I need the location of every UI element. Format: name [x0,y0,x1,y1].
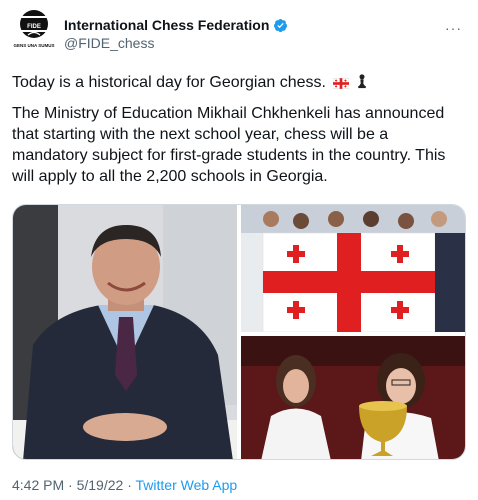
meta-separator-2: · [123,477,136,493]
team-with-georgian-flag-photo[interactable] [241,205,465,332]
tweet-date[interactable]: 5/19/22 [77,477,124,493]
author-handle[interactable]: @FIDE_chess [64,34,288,52]
tweet-meta: 4:42 PM · 5/19/22 · Twitter Web App [12,477,237,493]
author-name[interactable]: International Chess Federation [64,17,269,33]
source-app-link[interactable]: Twitter Web App [136,477,238,493]
man-in-suit-photo[interactable] [13,205,237,459]
tweet-line-1: Today is a historical day for Georgian c… [12,72,468,95]
chess-pawn-icon [357,73,367,95]
fide-avatar[interactable]: FIDE GENS UNA SUMUS [12,8,56,52]
meta-separator-1: · [64,477,77,493]
tweet-paragraph-2: The Ministry of Education Mikhail Chkhen… [12,105,446,185]
tweet-header: FIDE GENS UNA SUMUS International Chess … [12,8,468,52]
more-options-icon[interactable]: ··· [445,20,462,36]
women-with-trophy-photo[interactable] [241,336,465,459]
tweet-line-1-text: Today is a historical day for Georgian c… [12,74,326,91]
georgia-flag-icon [333,74,350,95]
verified-badge-icon [274,18,288,32]
author-block: International Chess Federation @FIDE_che… [64,17,288,52]
media-grid [12,204,466,460]
avatar-motto: GENS UNA SUMUS [13,43,54,48]
avatar-logo-text: FIDE [27,24,41,30]
tweet-text: Today is a historical day for Georgian c… [12,72,468,195]
tweet-time[interactable]: 4:42 PM [12,477,64,493]
